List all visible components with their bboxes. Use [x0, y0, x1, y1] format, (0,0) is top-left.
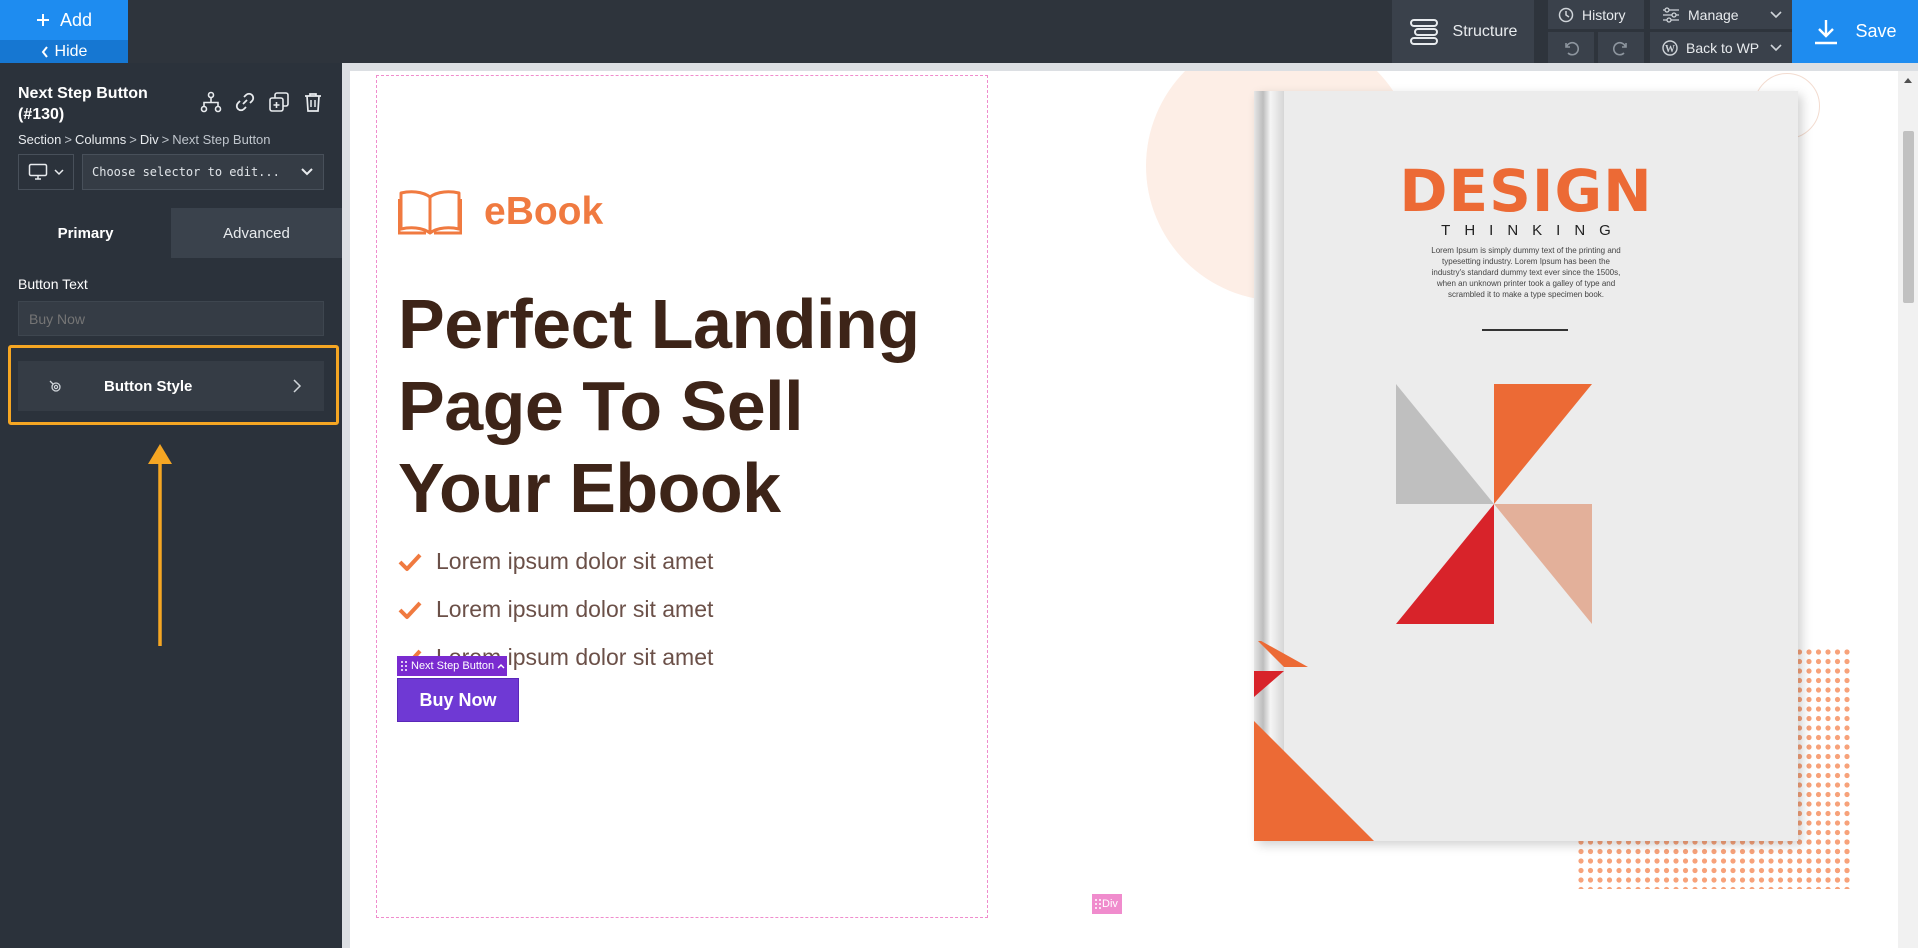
cover-subtitle: THINKING — [1441, 222, 1625, 239]
cover-divider — [1482, 329, 1568, 331]
breadcrumb-separator: > — [129, 132, 137, 147]
check-icon — [398, 553, 422, 571]
chevron-down-icon — [301, 168, 313, 176]
page-builder-app: Add Hide Structure History Manage W Back… — [0, 0, 1918, 948]
device-selector[interactable] — [18, 154, 74, 190]
element-settings-panel: Next Step Button (#130) Section > Columns >… — [0, 63, 342, 948]
hide-panel-button[interactable]: Hide — [0, 40, 128, 63]
plus-icon — [36, 14, 49, 26]
breadcrumb-item-current: Next Step Button — [172, 132, 271, 147]
cover-title: DESIGN — [1399, 157, 1653, 225]
tab-primary[interactable]: Primary — [0, 208, 171, 258]
add-button[interactable]: Add — [0, 0, 128, 40]
selector-dropdown[interactable]: Choose selector to edit... — [82, 154, 324, 190]
tab-advanced[interactable]: Advanced — [171, 208, 342, 258]
element-title: Next Step Button (#130) — [18, 85, 148, 123]
sliders-icon — [1663, 6, 1679, 23]
redo-button[interactable] — [1598, 32, 1644, 63]
chevron-up-icon — [1904, 77, 1912, 83]
annotation-arrow-icon — [148, 444, 172, 646]
structure-button[interactable]: Structure — [1392, 0, 1534, 63]
save-label: Save — [1855, 21, 1897, 41]
ebook-label: eBook — [484, 190, 604, 233]
chevron-down-icon — [54, 168, 64, 175]
back-to-wp-dropdown[interactable]: W Back to WP — [1650, 32, 1792, 63]
undo-button[interactable] — [1548, 32, 1594, 63]
chevron-down-icon — [1770, 43, 1782, 51]
download-icon — [1815, 19, 1838, 44]
wordpress-icon: W — [1662, 39, 1678, 56]
hero-title: Perfect Landing Page To Sell Your Ebook — [398, 285, 920, 527]
pinwheel-graphic — [1396, 384, 1592, 624]
check-icon — [398, 601, 422, 619]
div-tag-label: Div — [1102, 898, 1118, 910]
manage-label: Manage — [1688, 6, 1739, 23]
hide-button-label: Hide — [54, 42, 88, 60]
manage-dropdown[interactable]: Manage — [1650, 0, 1792, 29]
save-button[interactable]: Save — [1792, 0, 1918, 63]
chevron-left-icon — [41, 45, 48, 58]
scrollbar-thumb[interactable] — [1903, 131, 1914, 303]
history-button[interactable]: History — [1548, 0, 1644, 29]
duplicate-icon[interactable] — [268, 91, 290, 113]
history-label: History — [1582, 6, 1626, 23]
ebook-cover: DESIGN THINKING Lorem Ipsum is simply du… — [1254, 91, 1798, 841]
open-book-icon — [398, 190, 462, 235]
desktop-icon — [28, 163, 48, 180]
drag-handle-icon — [401, 661, 407, 671]
breadcrumb-separator: > — [161, 132, 170, 147]
breadcrumb: Section > Columns > Div > Next Step Button — [18, 132, 271, 147]
breadcrumb-item-div[interactable]: Div — [140, 132, 159, 147]
breadcrumb-item-columns[interactable]: Columns — [75, 132, 126, 147]
feature-item: Lorem ipsum dolor sit amet — [398, 548, 713, 575]
feature-item: Lorem ipsum dolor sit amet — [398, 596, 713, 623]
buy-now-button[interactable]: Buy Now — [397, 678, 519, 722]
button-text-label: Button Text — [18, 276, 88, 292]
corner-triangles-graphic — [1254, 641, 1374, 841]
button-text-input[interactable] — [18, 301, 324, 336]
drag-handle-icon — [1095, 899, 1101, 909]
top-toolbar: Add Hide Structure History Manage W Back… — [0, 0, 1918, 63]
breadcrumb-separator: > — [64, 132, 72, 147]
add-button-label: Add — [59, 9, 93, 30]
clock-icon — [1558, 7, 1574, 22]
cover-blurb: Lorem Ipsum is simply dummy text of the … — [1431, 246, 1621, 299]
canvas-area: Div eBook Perfect Landing Page To Sell Y… — [342, 63, 1918, 948]
svg-text:W: W — [1665, 44, 1675, 55]
feature-text: Lorem ipsum dolor sit amet — [436, 596, 714, 622]
ebook-logo: eBook — [398, 189, 603, 235]
selected-element-tag[interactable]: Next Step Button — [397, 656, 507, 676]
undo-icon — [1565, 41, 1580, 55]
trash-icon[interactable] — [302, 91, 324, 113]
page-canvas: Div eBook Perfect Landing Page To Sell Y… — [350, 71, 1898, 948]
structure-label: Structure — [1452, 22, 1518, 40]
redo-icon — [1612, 41, 1627, 55]
selector-placeholder: Choose selector to edit... — [92, 165, 280, 179]
div-element-tag[interactable]: Div — [1092, 894, 1122, 914]
chevron-down-icon — [1770, 10, 1782, 18]
hierarchy-icon[interactable] — [200, 91, 222, 113]
scroll-up-button[interactable] — [1898, 71, 1918, 89]
back-to-wp-label: Back to WP — [1686, 39, 1760, 56]
structure-icon — [1409, 18, 1438, 45]
panel-tabs: Primary Advanced — [0, 208, 342, 258]
link-icon[interactable] — [234, 91, 256, 113]
chevron-up-icon — [497, 664, 505, 669]
annotation-highlight-box — [8, 345, 339, 425]
breadcrumb-item-section[interactable]: Section — [18, 132, 61, 147]
selected-tag-label: Next Step Button — [411, 660, 495, 672]
element-actions — [200, 91, 324, 113]
feature-text: Lorem ipsum dolor sit amet — [436, 548, 714, 574]
